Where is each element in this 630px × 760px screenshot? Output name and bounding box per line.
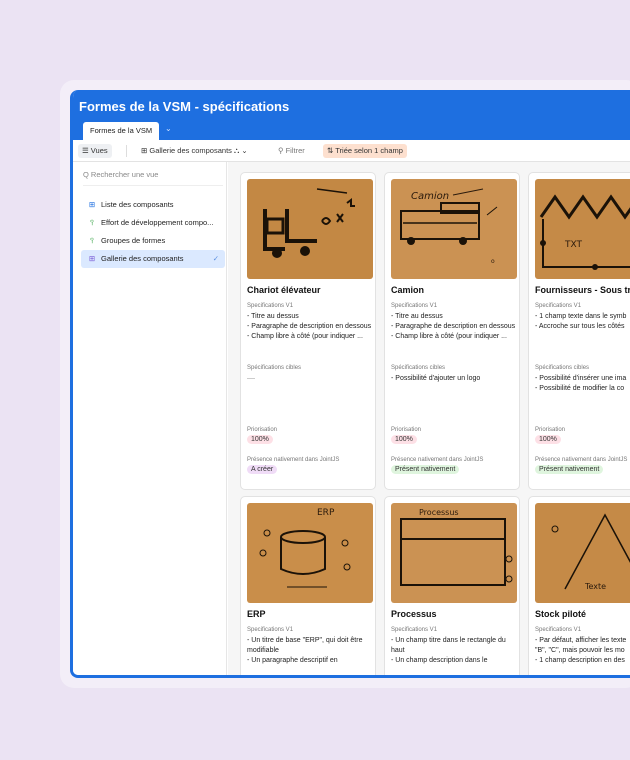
target-label: Spécifications cibles [247,365,302,371]
spec-text: - Un titre de base "ERP", qui doit être … [247,637,363,664]
sort-button[interactable]: ⇅ Triée selon 1 champ [323,144,407,158]
target-text: - Possibilité d'insérer une ima - Possib… [535,375,627,392]
sidebar-item-label: Groupes de formes [101,236,166,245]
presence-label: Présence nativement dans JointJS [391,457,484,463]
spec-label: Specifications V1 [247,627,294,633]
spec-text: - Titre au dessus - Paragraphe de descri… [391,313,516,340]
sidebar-item-liste[interactable]: ⊞ Liste des composants [81,196,225,214]
sketch-caption: Camion [411,191,449,202]
gallery-card[interactable]: Camion o Camion Specifications V1 - Titr… [384,172,520,490]
spec-label: Specifications V1 [535,303,582,309]
views-button[interactable]: ☰ Vues [78,144,112,158]
sidebar-item-gallerie[interactable]: ⊞ Gallerie des composants ✓ [81,250,225,268]
gallery-card[interactable]: TXT Fournisseurs - Sous trai Specificati… [528,172,630,490]
app-header: Formes de la VSM - spécifications Formes… [73,90,630,140]
spec-text: - 1 champ texte dans le symb - Accroche … [535,313,627,330]
target-label: Spécifications cibles [391,365,446,371]
card-title: Processus [391,609,437,619]
status-badge: Présent nativement [391,465,460,474]
sketch-caption: Processus [419,508,459,517]
filter-button[interactable]: ⚲ Filtrer [278,144,305,158]
target-label: Spécifications cibles [535,365,590,371]
check-icon: ✓ [212,254,219,263]
view-toolbar: ☰ Vues ⊞ Gallerie des composants ⛬ ⌄ ⚲ F… [73,140,630,162]
sidebar-item-label: Liste des composants [101,200,174,209]
card-title: Fournisseurs - Sous trai [535,285,630,295]
empty-value-dash [247,378,255,379]
sketch-caption: Texte [584,582,606,591]
card-sketch-image: Texte [535,503,630,603]
page-title: Formes de la VSM - spécifications [79,99,290,114]
view-switcher[interactable]: ⊞ Gallerie des composants ⛬ ⌄ [141,144,248,158]
gallery-card[interactable]: Processus Processus Specifications V1 - … [384,496,520,675]
sketch-caption: TXT [564,240,583,250]
views-sidebar: Q Rechercher une vue ⊞ Liste des composan… [73,162,227,675]
gallery-icon: ⊞ [88,254,96,263]
status-badge: A créer [247,465,278,474]
sidebar-item-label: Gallerie des composants [101,254,184,263]
spec-text: - Un champ titre dans le rectangle du ha… [391,637,506,664]
kanban-icon: ⫯ [90,218,94,227]
chevron-down-icon[interactable]: ⌄ [165,124,172,133]
spec-text: - Titre au dessus - Paragraphe de descri… [247,313,372,340]
svg-text:o: o [491,258,495,265]
card-sketch-image: Processus [391,503,517,603]
sidebar-item-effort[interactable]: ⫯ Effort de développement compo... [81,214,225,232]
card-sketch-image: Camion o [391,179,517,279]
card-title: ERP [247,609,266,619]
sidebar-item-groupes[interactable]: ⫯ Groupes de formes [81,232,225,250]
spec-label: Specifications V1 [391,303,438,309]
card-sketch-image: ERP [247,503,373,603]
prio-badge: 100% [247,435,273,444]
card-sketch-image [247,179,373,279]
gallery-card[interactable]: ERP ERP Specifications V1 - Un titre de … [240,496,376,675]
presence-label: Présence nativement dans JointJS [247,457,340,463]
prio-badge: 100% [391,435,417,444]
card-title: Stock piloté [535,609,587,619]
card-title: Chariot élévateur [247,285,321,295]
spec-label: Specifications V1 [535,627,582,633]
target-text: - Possibilité d'ajouter un logo [391,375,481,382]
sketch-caption: ERP [317,508,335,518]
presence-label: Présence nativement dans JointJS [535,457,628,463]
spec-text: - Par défaut, afficher les texte "B", "C… [535,637,627,664]
search-view-input[interactable]: Q Rechercher une vue [83,170,223,186]
kanban-icon: ⫯ [90,236,94,245]
status-badge: Présent nativement [535,465,604,474]
prio-label: Priorisation [535,427,566,433]
toolbar-divider [126,145,127,157]
prio-label: Priorisation [247,427,278,433]
app-window: Formes de la VSM - spécifications Formes… [70,90,630,678]
gallery-grid: Chariot élévateur Specifications V1 - Ti… [228,162,630,675]
spec-label: Specifications V1 [247,303,294,309]
prio-badge: 100% [535,435,561,444]
card-sketch-image: TXT [535,179,630,279]
gallery-card[interactable]: Chariot élévateur Specifications V1 - Ti… [240,172,376,490]
sidebar-item-label: Effort de développement compo... [101,218,214,227]
spec-label: Specifications V1 [391,627,438,633]
grid-icon: ⊞ [88,200,96,209]
gallery-card[interactable]: Texte Stock piloté Specifications V1 - P… [528,496,630,675]
card-title: Camion [391,285,425,295]
prio-label: Priorisation [391,427,422,433]
tab-formes-vsm[interactable]: Formes de la VSM [83,122,160,140]
